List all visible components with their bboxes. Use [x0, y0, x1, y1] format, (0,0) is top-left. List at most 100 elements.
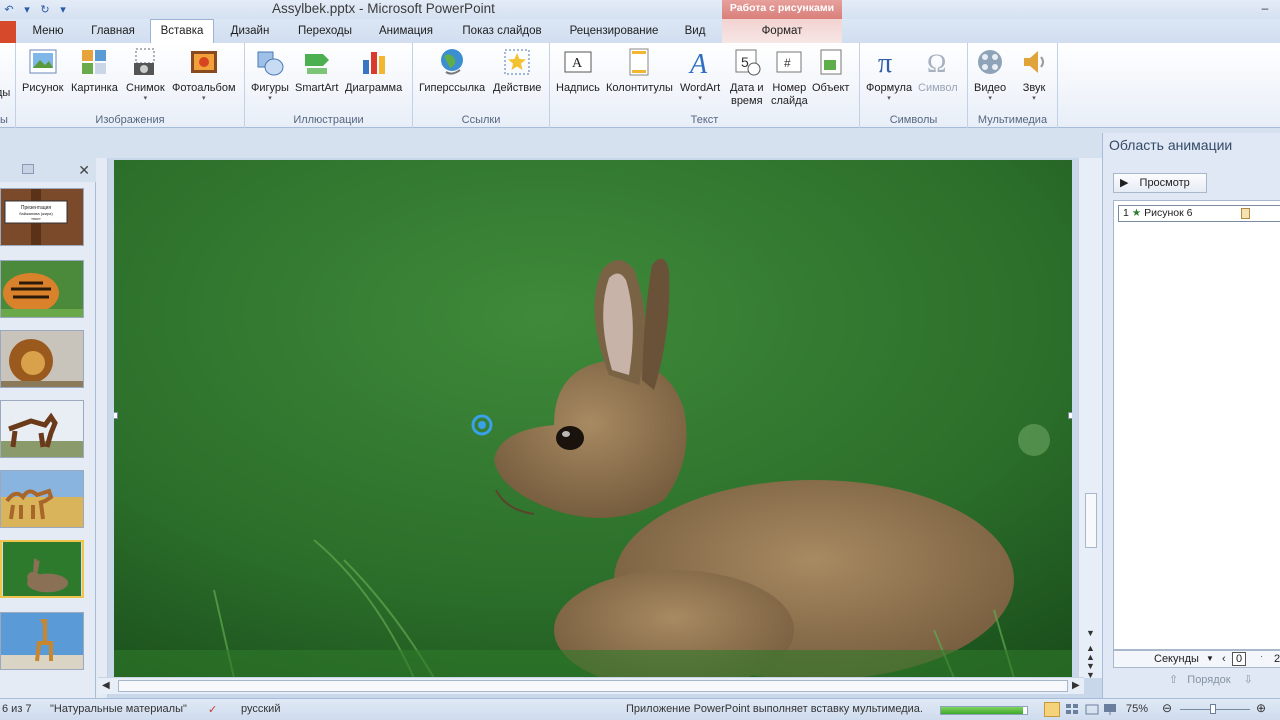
- links-group: Гиперссылка Действие Ссылки: [413, 43, 550, 128]
- entrance-effect-star-icon: ★: [1131, 207, 1142, 219]
- slide-thumbnail-5[interactable]: [0, 470, 84, 528]
- next-slide-icon[interactable]: ▼ ▼: [1086, 662, 1095, 680]
- scroll-right-icon[interactable]: ▶: [1072, 680, 1080, 691]
- symbols-group: π Формула ▾ Ω Символ Символы: [860, 43, 968, 128]
- tab-home[interactable]: Главная: [84, 21, 142, 43]
- slide-vertical-scrollbar[interactable]: ▼ ▲ ▲ ▼ ▼: [1078, 158, 1102, 680]
- spellcheck-icon[interactable]: ✓: [208, 703, 217, 716]
- svg-text:Ω: Ω: [927, 49, 946, 78]
- resize-handle-left[interactable]: [114, 412, 118, 419]
- slide-thumbnail-7[interactable]: [0, 612, 84, 670]
- window-controls: –: [1250, 0, 1280, 19]
- reorder-controls: ⇧ Порядок ⇩: [1169, 674, 1253, 686]
- tab-format[interactable]: Формат: [752, 21, 812, 43]
- date-time-button[interactable]: 5 Дата и время: [730, 46, 764, 108]
- slide-editing-area: [108, 158, 1102, 698]
- play-icon: ▶: [1120, 177, 1129, 189]
- smartart-button[interactable]: SmartArt: [295, 46, 338, 95]
- images-group: Рисунок Картинка Снимок ▾ Фотоальбом ▾ И…: [16, 43, 245, 128]
- horizontal-scroll-thumb[interactable]: [118, 680, 1068, 692]
- slideshow-icon[interactable]: [1102, 702, 1118, 717]
- scroll-down-icon[interactable]: ▼: [1086, 628, 1095, 638]
- header-footer-button[interactable]: Колонтитулы: [606, 46, 673, 95]
- tab-review[interactable]: Рецензирование: [562, 21, 666, 43]
- calendar-icon: 5: [731, 46, 763, 78]
- close-icon[interactable]: ✕: [78, 162, 90, 179]
- tab-design[interactable]: Дизайн: [224, 21, 276, 43]
- seconds-dropdown[interactable]: Секунды: [1154, 651, 1199, 667]
- move-up-icon[interactable]: ⇧: [1169, 674, 1178, 686]
- busy-cursor-icon: [471, 414, 493, 436]
- file-tab[interactable]: [0, 21, 16, 43]
- customize-qat-icon[interactable]: ▾: [56, 3, 70, 17]
- tab-animations[interactable]: Анимация: [372, 21, 440, 43]
- slide-thumbnail-6[interactable]: [0, 540, 84, 598]
- tab-insert[interactable]: Вставка: [150, 19, 214, 44]
- slide-horizontal-scrollbar[interactable]: ◀ ▶: [98, 677, 1084, 694]
- zoom-slider-thumb[interactable]: [1210, 704, 1216, 714]
- timeline-next-value: 2: [1274, 653, 1280, 665]
- slide-canvas[interactable]: [114, 160, 1072, 678]
- progress-fill: [941, 707, 1023, 714]
- smartart-icon: [301, 46, 333, 78]
- tab-menu[interactable]: Меню: [26, 21, 70, 43]
- resize-handle-right[interactable]: [1068, 412, 1072, 419]
- wordart-icon: A: [684, 46, 716, 80]
- tab-view[interactable]: Вид: [680, 21, 710, 43]
- chart-button[interactable]: Диаграмма: [345, 46, 402, 95]
- slide-thumbnail-4[interactable]: [0, 400, 84, 458]
- object-icon: [815, 46, 847, 78]
- tab-slideshow[interactable]: Показ слайдов: [456, 21, 548, 43]
- outline-tab-icon[interactable]: [22, 164, 34, 174]
- cut-off-button[interactable]: ды: [0, 83, 10, 100]
- dropdown-icon[interactable]: ▾: [20, 3, 34, 17]
- picture-button[interactable]: Рисунок: [22, 46, 64, 95]
- language[interactable]: русский: [241, 703, 280, 715]
- chevron-down-icon[interactable]: ▼: [1206, 651, 1214, 667]
- vertical-scroll-thumb[interactable]: [1085, 493, 1097, 548]
- minimize-icon[interactable]: –: [1250, 0, 1280, 19]
- zoom-level[interactable]: 75%: [1126, 703, 1148, 715]
- slide-number-button[interactable]: # Номер слайда: [771, 46, 808, 108]
- timeline-controls: Секунды ▼ ‹ 0 ˑ 2: [1113, 650, 1280, 668]
- normal-view-icon[interactable]: [1044, 702, 1060, 717]
- textbox-button[interactable]: A Надпись: [556, 46, 600, 95]
- clipart-button[interactable]: Картинка: [71, 46, 118, 95]
- equation-button[interactable]: π Формула ▾: [866, 46, 912, 103]
- rabbit-picture[interactable]: [114, 160, 1072, 678]
- zoom-in-icon[interactable]: ⊕: [1256, 701, 1266, 715]
- object-button[interactable]: Объект: [812, 46, 849, 95]
- animation-item[interactable]: 1 ★ Рисунок 6: [1118, 205, 1280, 222]
- undo-icon[interactable]: ↶: [2, 3, 16, 17]
- play-button[interactable]: ▶ Просмотр: [1113, 173, 1207, 193]
- video-button[interactable]: Видео ▾: [974, 46, 1006, 103]
- slide-thumbnail-1[interactable]: Презентация байжанова (жира) текст: [0, 188, 84, 246]
- scroll-left-icon[interactable]: ◀: [102, 680, 110, 691]
- timeline-back-icon[interactable]: ‹: [1222, 651, 1226, 667]
- hyperlink-button[interactable]: Гиперссылка: [419, 46, 485, 95]
- thumbnail-pane-header: ✕: [0, 158, 96, 182]
- slide-thumbnail-3[interactable]: [0, 330, 84, 388]
- tab-transitions[interactable]: Переходы: [292, 21, 358, 43]
- zoom-slider[interactable]: [1180, 704, 1250, 714]
- ribbon: ды ы Рисунок Картинка Снимок: [0, 43, 1280, 128]
- wordart-button[interactable]: A WordArt ▾: [680, 46, 720, 103]
- animation-pane: Область анимации ▶ Просмотр 1 ★ Рисунок …: [1102, 133, 1280, 698]
- insert-progress-bar: [940, 706, 1028, 715]
- photo-album-button[interactable]: Фотоальбом ▾: [172, 46, 236, 103]
- audio-button[interactable]: Звук ▾: [1018, 46, 1050, 103]
- previous-slide-icon[interactable]: ▲ ▲: [1086, 644, 1095, 662]
- header-footer-icon: [623, 46, 655, 78]
- move-down-icon[interactable]: ⇩: [1244, 674, 1253, 686]
- thumbnail-scrollbar[interactable]: [96, 158, 108, 698]
- slide-thumbnail-2[interactable]: [0, 260, 84, 318]
- action-button[interactable]: Действие: [493, 46, 541, 95]
- picture-icon: [27, 46, 59, 78]
- shapes-button[interactable]: Фигуры ▾: [251, 46, 289, 103]
- zoom-out-icon[interactable]: ⊖: [1162, 701, 1172, 715]
- reading-view-icon[interactable]: [1084, 702, 1100, 717]
- redo-icon[interactable]: ↻: [38, 3, 52, 17]
- slide-sorter-icon[interactable]: [1064, 702, 1080, 717]
- symbol-button[interactable]: Ω Символ: [918, 46, 958, 95]
- screenshot-button[interactable]: Снимок ▾: [126, 46, 165, 103]
